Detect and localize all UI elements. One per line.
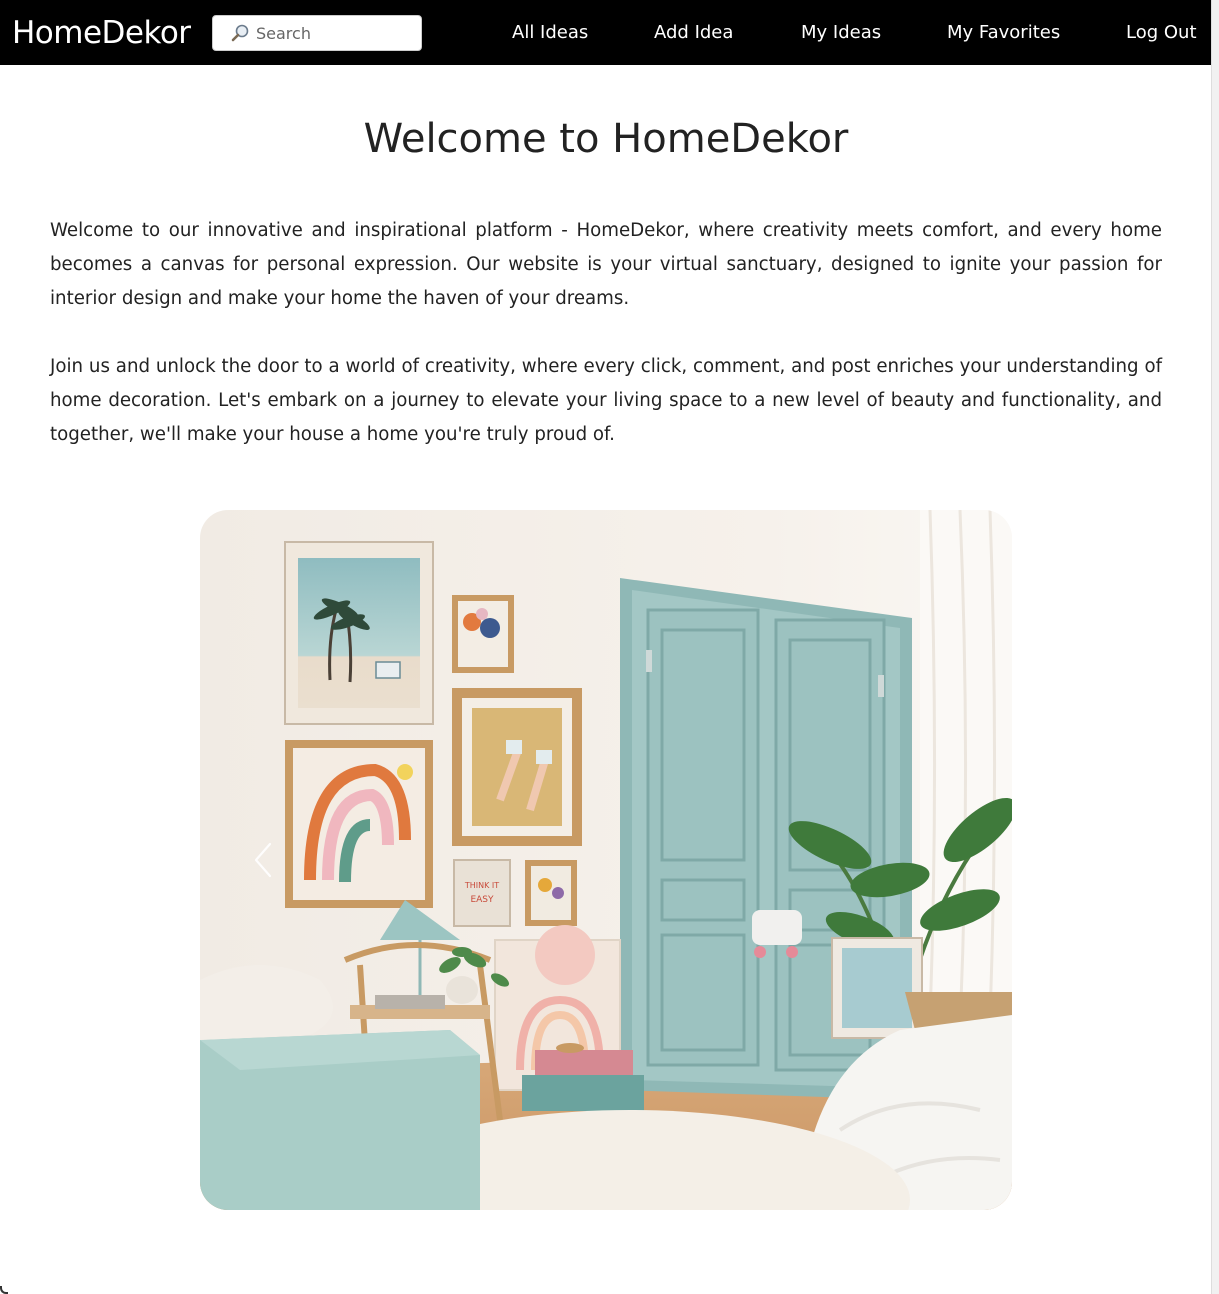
intro-paragraph: Welcome to our innovative and inspiratio… <box>50 220 1162 309</box>
svg-text:THINK IT: THINK IT <box>464 881 499 890</box>
page: HomeDekor All Ideas Add Idea My Ideas My… <box>0 0 1219 1294</box>
nav-all-ideas[interactable]: All Ideas <box>512 21 588 45</box>
nav-my-ideas[interactable]: My Ideas <box>801 21 881 45</box>
page-scrollbar[interactable] <box>1211 0 1219 1294</box>
carousel-image: THINK IT EASY <box>200 510 1012 1210</box>
nav-links: All Ideas Add Idea My Ideas My Favorites… <box>0 0 1212 65</box>
window-corner <box>0 1286 8 1294</box>
nav-add-idea[interactable]: Add Idea <box>654 21 733 45</box>
svg-text:EASY: EASY <box>470 895 494 905</box>
nav-log-out[interactable]: Log Out <box>1126 21 1197 45</box>
top-navbar: HomeDekor All Ideas Add Idea My Ideas My… <box>0 0 1212 65</box>
chevron-left-icon[interactable] <box>250 840 276 880</box>
nav-my-favorites[interactable]: My Favorites <box>947 21 1060 45</box>
room-illustration: THINK IT EASY <box>200 510 1012 1210</box>
join-paragraph: Join us and unlock the door to a world o… <box>50 356 1162 445</box>
page-title: Welcome to HomeDekor <box>363 116 849 162</box>
